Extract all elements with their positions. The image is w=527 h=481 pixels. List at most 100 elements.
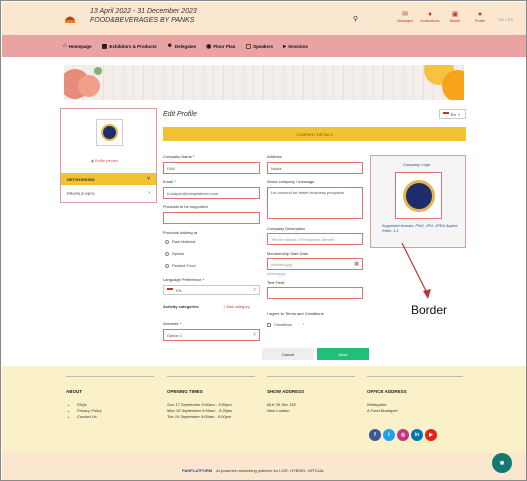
divider (66, 376, 154, 377)
profile-preview-label: Profile preview (95, 159, 118, 163)
checkbox-label: Checkbox (274, 322, 292, 327)
language-pref-label: Language Preference * (163, 277, 205, 282)
footer-opening-list: Sun 17 September 9:00am - 5:00pm Mon 18 … (167, 402, 232, 420)
text-field-input[interactable] (267, 287, 363, 299)
footer-opening-title: OPENING TIMES (167, 389, 203, 394)
membership-date-placeholder: dd/mm/yyyy (271, 261, 293, 267)
company-description-label: Company Description (267, 226, 306, 231)
main-nav: ⌂ Homepage ▦ Exhibitors & Products ☻ Delega… (2, 35, 526, 57)
text-field-label: Text Field (267, 280, 285, 285)
header-language-switch[interactable]: EN • ES (498, 17, 513, 22)
chat-button[interactable]: ■ (492, 453, 512, 473)
language-value: En (451, 111, 456, 117)
profile-preview-link[interactable]: ◉ Profile preview (91, 159, 118, 163)
social-links: f t ◎ in ▶ (369, 429, 437, 441)
flag-icon (167, 288, 173, 292)
footer-office-title: OFFICE ADDRESS (367, 389, 407, 394)
nav-speakers[interactable]: ▢ Speakers (245, 43, 273, 50)
chevron-right-icon: › (148, 190, 150, 196)
user-icon: ● (477, 11, 483, 18)
address-input[interactable]: Noida (267, 162, 363, 174)
membership-date-input[interactable]: dd/mm/yyyy ▦ (267, 258, 363, 270)
linkedin-icon[interactable]: in (411, 429, 423, 441)
annotation-label: Border (411, 303, 448, 317)
profile-avatar[interactable] (96, 119, 123, 146)
powered-by[interactable]: PANPLATFORM AI powered networking platfo… (182, 468, 324, 473)
nav-floor-plan[interactable]: ◉ Floor Plan (206, 43, 235, 50)
nav-exhibitors[interactable]: ▦ Exhibitors & Products (102, 43, 157, 50)
company-logo-icon (402, 179, 435, 212)
nav-sessions[interactable]: ▸ Sessions (283, 43, 308, 50)
company-description-input[interactable]: Tell the details of Rendation Benefit (267, 233, 363, 245)
messages-button[interactable]: ✉ Messages (396, 10, 414, 23)
chevron-down-icon: ˅ (147, 176, 150, 182)
language-pref-select[interactable]: EN ˅ (163, 285, 260, 295)
radio-icon (165, 239, 169, 244)
powered-text: AI powered networking platform for LIVE,… (216, 468, 325, 473)
notifications-button[interactable]: ♦ Notifications (420, 10, 440, 23)
address-label: Address (267, 154, 282, 159)
event-banner (64, 65, 464, 100)
radio-icon (165, 251, 169, 256)
sidebar-item-label: PROFILE INFO (67, 191, 95, 196)
terms-label: I agree to Terms and Conditions (267, 311, 324, 316)
radio-spices[interactable]: Spices (165, 251, 184, 256)
interests-select[interactable]: Option 1 ˅ (163, 329, 260, 341)
company-name-label: Company Name * (163, 154, 195, 159)
flag-icon (443, 112, 449, 116)
products-looking-label: Products looking at (163, 230, 198, 235)
search-icon[interactable]: ⚲ (353, 15, 358, 23)
chevron-down-icon: ˅ (457, 111, 461, 117)
radio-packed-food[interactable]: Packed Food (165, 263, 196, 268)
cancel-button[interactable]: Cancel (262, 348, 314, 360)
chat-icon: ■ (499, 459, 505, 467)
map-icon: ◉ (206, 43, 212, 50)
company-logo-note: Supported formats: PNG, JPG, JPEG Aspect… (382, 224, 458, 233)
event-name: FOOD&BEVERAGES BY PANKS (90, 17, 195, 24)
facebook-icon[interactable]: f (369, 429, 381, 441)
nav-label: Sessions (288, 43, 308, 49)
divider (167, 376, 255, 377)
opening-time-row: Tue 19 September 9:00am - 5:00pm (167, 414, 232, 419)
email-input[interactable]: b.kasper@exbaplatform.com (163, 187, 260, 199)
event-logo-icon[interactable] (64, 14, 76, 24)
youtube-icon[interactable]: ▶ (425, 429, 437, 441)
top-header: 13 April 2022 - 31 December 2023 FOOD&BE… (2, 2, 526, 35)
profile-button[interactable]: ● Profile (471, 10, 489, 23)
company-name-input[interactable]: FAN (163, 162, 260, 174)
footer-office-list: WebbyAne A Food Boutique! (367, 402, 398, 414)
bell-icon: ♦ (428, 11, 432, 18)
nav-delegates[interactable]: ☻ Delegates (167, 43, 197, 49)
cart-icon: ▣ (451, 11, 459, 18)
language-select[interactable]: En ˅ (439, 109, 466, 119)
products-supported-label: Products to be supported (163, 204, 208, 209)
platform-brand: PANPLATFORM (182, 468, 213, 473)
sidebar-item-profile-info[interactable]: PROFILE INFO › (61, 187, 156, 201)
calendar-icon[interactable]: ▦ (354, 261, 359, 267)
checkbox-option[interactable]: Checkbox * (267, 322, 304, 327)
divider (367, 376, 463, 377)
instagram-icon[interactable]: ◎ (397, 429, 409, 441)
basket-label: Basket (449, 19, 461, 23)
save-button[interactable]: Save (317, 348, 369, 360)
about-company-textarea[interactable]: Let connect for better business prospect… (267, 187, 363, 219)
show-address-line: New London (267, 408, 290, 413)
company-logo-card: Company Logo Supported formats: PNG, JPG… (370, 155, 466, 248)
sidebar-item-label: NETWORKING (67, 177, 95, 182)
footer-link-contact[interactable]: Contact Us (77, 414, 102, 420)
chevron-down-icon: ˅ (253, 332, 256, 338)
radio-label: Packed Food (172, 263, 196, 268)
twitter-icon[interactable]: t (383, 429, 395, 441)
language-pref-value: EN (176, 287, 182, 293)
basket-button[interactable]: ▣ Basket (446, 10, 464, 23)
products-supported-input[interactable] (163, 212, 260, 224)
company-logo-upload[interactable] (395, 172, 442, 219)
radio-raw-material[interactable]: Raw Material (165, 239, 195, 244)
profile-label: Profile (475, 19, 485, 23)
notifications-label: Notifications (420, 19, 440, 23)
nav-homepage[interactable]: ⌂ Homepage (63, 43, 92, 49)
sidebar-item-networking[interactable]: NETWORKING ˅ (61, 173, 156, 185)
company-details-header[interactable]: COMPANY DETAILS (163, 127, 466, 141)
add-category-button[interactable]: + Add category (223, 304, 250, 309)
speaker-icon: ▢ (245, 43, 252, 50)
